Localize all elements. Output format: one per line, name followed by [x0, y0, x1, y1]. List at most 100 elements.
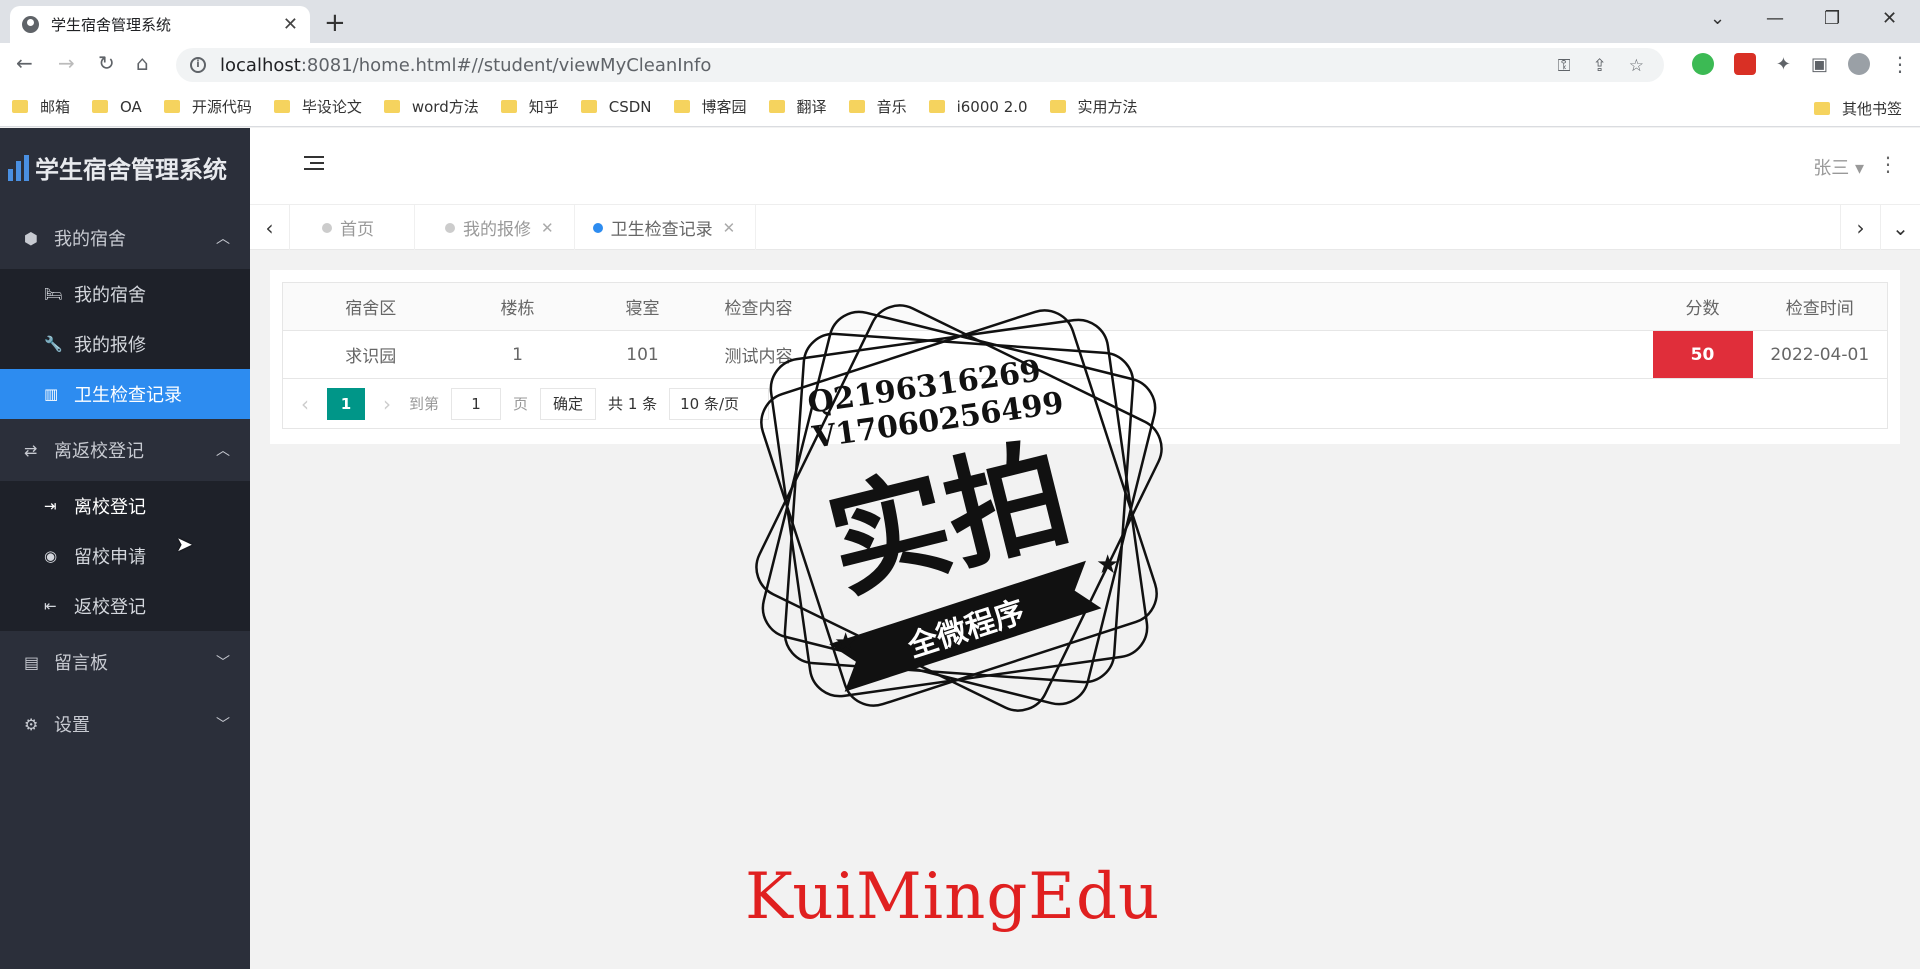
close-icon[interactable]: ✕	[283, 14, 298, 35]
watermark-brand: KuiMingEdu	[745, 860, 1161, 934]
bookmark-item[interactable]: 知乎	[500, 96, 559, 117]
browser-tab-title: 学生宿舍管理系统	[51, 16, 172, 34]
chevron-down-icon: ﹀	[216, 655, 230, 671]
forward-button[interactable]: →	[58, 51, 75, 75]
address-bar-row: ← → ↻ ⌂ i localhost:8081/home.html#//stu…	[0, 43, 1920, 87]
bookmark-item[interactable]: 翻译	[768, 96, 827, 117]
bed-icon: 🛏	[44, 285, 64, 303]
sidebar-item-clean-records[interactable]: ▥ 卫生检查记录	[0, 369, 250, 419]
minimize-button[interactable]: —	[1766, 8, 1784, 29]
globe-icon: ◉	[44, 547, 58, 565]
home-button[interactable]: ⌂	[136, 51, 149, 75]
goto-page-input[interactable]: 1	[451, 387, 502, 420]
bookmark-item[interactable]: CSDN	[580, 98, 652, 116]
app-logo[interactable]: 学生宿舍管理系统	[0, 128, 250, 207]
restore-button[interactable]: ❐	[1824, 8, 1840, 29]
new-tab-button[interactable]: +	[324, 8, 346, 38]
kebab-menu-icon[interactable]: ⋮	[1890, 52, 1910, 76]
sidepanel-icon[interactable]: ▣	[1811, 54, 1828, 75]
goto-label: 到第	[409, 395, 440, 413]
col-header[interactable]: 寝室	[576, 282, 709, 331]
bookmark-item[interactable]: 音乐	[848, 96, 907, 117]
watermark-stamp: Q2196316269 V17060256499 实拍 全微程序 ★ ★	[755, 304, 1163, 712]
other-bookmarks[interactable]: 其他书签	[1813, 98, 1902, 119]
sidebar-item-my-dorm[interactable]: 🛏 我的宿舍	[0, 269, 250, 319]
prev-page-icon[interactable]: ‹	[295, 392, 315, 416]
globe-icon	[22, 16, 39, 33]
col-header[interactable]: 楼栋	[458, 282, 577, 331]
col-header[interactable]: 宿舍区	[282, 282, 459, 331]
calendar-icon: ▤	[24, 652, 40, 672]
bookmark-item[interactable]: word方法	[383, 96, 479, 117]
sidebar-item-return[interactable]: ⇤ 返校登记	[0, 581, 250, 631]
cell-room: 101	[576, 330, 709, 379]
bookmark-item[interactable]: 开源代码	[163, 96, 252, 117]
sidebar-item-my-repairs[interactable]: 🔧 我的报修	[0, 319, 250, 369]
bookmark-item[interactable]: 邮箱	[12, 96, 70, 117]
sidebar-item-stay[interactable]: ◉ 留校申请	[0, 531, 250, 581]
sidebar-item-leave[interactable]: ⇥ 离校登记	[0, 481, 250, 531]
bookmark-item[interactable]: 博客园	[673, 96, 747, 117]
tab-clean-records[interactable]: 卫生检查记录 ✕	[575, 205, 757, 250]
sign-in-icon: ⇤	[44, 597, 57, 615]
tab-dot	[445, 222, 455, 233]
bookmark-item[interactable]: OA	[92, 98, 142, 116]
info-icon[interactable]: i	[190, 57, 206, 73]
current-page[interactable]: 1	[327, 387, 365, 420]
total-count: 共 1 条	[608, 395, 658, 413]
profile-avatar-icon[interactable]	[1848, 53, 1870, 75]
top-header: 张三 ▾ ⋮	[250, 128, 1920, 205]
browser-tab-strip: 学生宿舍管理系统 ✕ + ⌄ — ❐ ✕	[0, 0, 1920, 43]
col-header[interactable]: 分数	[1652, 282, 1753, 331]
url-input[interactable]: i localhost:8081/home.html#//student/vie…	[176, 48, 1664, 82]
close-icon[interactable]: ✕	[541, 219, 554, 237]
bookmark-item[interactable]: 毕设论文	[273, 96, 362, 117]
page-label: 页	[513, 395, 529, 413]
browser-tab[interactable]: 学生宿舍管理系统 ✕	[10, 6, 310, 43]
gear-icon: ⚙	[24, 714, 39, 734]
user-menu[interactable]: 张三 ▾	[1813, 154, 1864, 180]
folder-icon	[928, 100, 945, 113]
kebab-menu-icon[interactable]: ⋮	[1878, 152, 1898, 176]
chevron-down-icon[interactable]: ⌄	[1710, 8, 1725, 29]
puzzle-icon[interactable]: ✦	[1776, 54, 1791, 75]
fe-extension-icon[interactable]	[1733, 53, 1756, 75]
reload-button[interactable]: ↻	[98, 51, 115, 75]
menu-toggle-icon[interactable]	[304, 156, 324, 174]
tabs-scroll-left-icon[interactable]: ‹	[250, 205, 290, 250]
menu-group-settings[interactable]: ⚙ 设置 ﹀	[0, 693, 250, 755]
logo-text: 学生宿舍管理系统	[35, 156, 227, 184]
building-icon	[8, 154, 29, 181]
col-header[interactable]: 检查时间	[1752, 282, 1888, 331]
folder-icon	[383, 100, 400, 113]
page-tabs-bar: ‹ 首页 我的报修 ✕ 卫生检查记录 ✕ › ⌄	[250, 205, 1920, 250]
bookmark-item[interactable]: 实用方法	[1049, 96, 1138, 117]
back-button[interactable]: ←	[16, 51, 33, 75]
bookmarks-bar: 邮箱 OA 开源代码 毕设论文 word方法 知乎 CSDN 博客园 翻译 音乐…	[0, 87, 1920, 127]
url-host: localhost	[220, 54, 301, 76]
mouse-cursor-icon: ➤	[176, 532, 193, 556]
star-icon[interactable]: ☆	[1629, 56, 1644, 76]
menu-group-leave-return[interactable]: ⇄ 离返校登记 ︿	[0, 419, 250, 481]
tab-dot	[592, 222, 603, 233]
menu-group-message-board[interactable]: ▤ 留言板 ﹀	[0, 631, 250, 693]
tab-my-repairs[interactable]: 我的报修 ✕	[415, 205, 575, 250]
menu-group-my-dorm[interactable]: ⬢ 我的宿舍 ︿	[0, 207, 250, 269]
close-window-button[interactable]: ✕	[1882, 8, 1897, 29]
tabs-scroll-right-icon[interactable]: ›	[1840, 205, 1880, 250]
tab-home[interactable]: 首页	[290, 205, 415, 250]
confirm-button[interactable]: 确定	[540, 387, 597, 420]
bookmark-item[interactable]: i6000 2.0	[928, 98, 1028, 116]
tabs-dropdown-icon[interactable]: ⌄	[1880, 205, 1920, 250]
cube-icon: ⬢	[24, 228, 38, 248]
chevron-up-icon: ︿	[216, 443, 230, 459]
folder-icon	[273, 100, 290, 113]
next-page-icon[interactable]: ›	[377, 392, 397, 416]
folder-icon	[768, 100, 785, 113]
share-icon[interactable]: ⇪	[1593, 56, 1607, 76]
wrench-icon: 🔧	[44, 335, 63, 353]
close-icon[interactable]: ✕	[723, 219, 736, 237]
folder-icon	[92, 100, 109, 113]
shield-extension-icon[interactable]	[1691, 53, 1714, 75]
key-icon[interactable]: ⚿	[1558, 56, 1571, 76]
